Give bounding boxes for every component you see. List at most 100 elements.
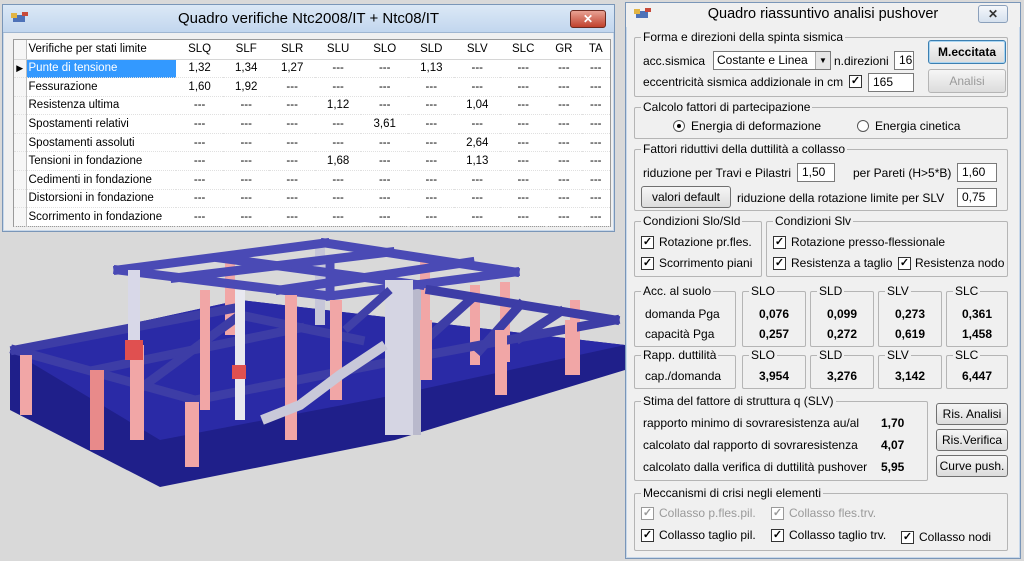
pushover-window[interactable]: Quadro riassuntivo analisi pushover ✕ Fo… [625,2,1021,559]
row-selector[interactable] [14,189,27,209]
row-selector[interactable] [14,133,27,153]
table-cell[interactable]: --- [546,77,582,97]
meccitata-button[interactable]: M.eccitata [928,40,1006,64]
table-cell[interactable]: --- [408,114,455,134]
row-label[interactable]: Distorsioni in fondazione [26,189,176,209]
valori-default-button[interactable]: valori default [641,186,731,208]
table-cell[interactable]: --- [315,133,362,153]
table-cell[interactable]: --- [546,96,582,116]
analisi-button[interactable]: Analisi [928,69,1006,93]
table-cell[interactable]: --- [546,189,582,209]
table-cell[interactable]: --- [315,77,362,97]
table-cell[interactable]: --- [269,96,316,116]
column-header[interactable]: SLV [454,40,501,60]
energia-cinetica-radio[interactable] [857,120,869,132]
table-cell[interactable]: --- [315,59,362,79]
collasso-taglio-trv-checkbox[interactable]: ✓ [771,529,784,542]
table-cell[interactable]: --- [223,189,270,209]
table-cell[interactable]: --- [546,114,582,134]
table-cell[interactable]: --- [500,189,547,209]
table-row[interactable]: Cedimenti in fondazione --- --- --- --- --- --… [14,170,610,190]
row-label[interactable]: Scorrimento in fondazione [26,207,176,227]
row-selector[interactable] [14,114,27,134]
eccentricita-input[interactable]: 165 [868,73,914,92]
table-row[interactable]: Spostamenti relativi --- --- --- --- 3,61 --- -… [14,114,610,134]
table-cell[interactable]: --- [176,189,224,209]
table-cell[interactable]: 1,34 [223,59,270,79]
column-header[interactable]: TA [581,40,610,60]
table-cell[interactable]: --- [408,207,455,227]
table-cell[interactable]: --- [581,170,610,190]
verifiche-table[interactable]: Verifiche per stati limite SLQ SLF SLR S… [13,39,611,227]
table-cell[interactable]: --- [454,59,501,79]
table-cell[interactable]: --- [269,151,316,172]
row-selector[interactable] [14,170,27,190]
rotazione-presso-checkbox[interactable]: ✓ [773,236,786,249]
table-row[interactable]: Distorsioni in fondazione --- --- --- --- ---… [14,189,610,209]
table-cell[interactable]: --- [581,59,610,79]
row-label[interactable]: Spostamenti relativi [26,114,176,134]
column-header[interactable]: Verifiche per stati limite [26,40,176,60]
row-label[interactable]: Cedimenti in fondazione [26,170,176,190]
collasso-nodi-checkbox[interactable]: ✓ [901,531,914,544]
ris-verifica-button[interactable]: Ris.Verifica [936,429,1008,451]
table-cell[interactable]: --- [223,114,270,134]
table-cell[interactable]: --- [315,189,362,209]
table-cell[interactable]: --- [408,189,455,209]
table-cell[interactable]: --- [176,133,224,153]
resistenza-taglio-checkbox[interactable]: ✓ [773,257,786,270]
row-selector[interactable] [14,151,27,172]
table-cell[interactable]: 1,13 [454,151,501,172]
eccentricita-checkbox[interactable]: ✓ [849,75,862,88]
column-header[interactable]: GR [546,40,582,60]
table-cell[interactable]: 1,68 [315,151,362,172]
table-cell[interactable]: --- [269,170,316,190]
table-cell[interactable]: 1,12 [315,96,362,116]
table-cell[interactable]: --- [223,151,270,172]
table-cell[interactable]: --- [500,114,547,134]
table-cell[interactable]: --- [581,96,610,116]
table-cell[interactable]: --- [361,59,409,79]
pareti-input[interactable]: 1,60 [957,163,997,182]
table-cell[interactable]: --- [315,170,362,190]
table-cell[interactable]: --- [223,96,270,116]
table-cell[interactable]: --- [269,114,316,134]
table-cell[interactable]: --- [223,133,270,153]
table-cell[interactable]: 1,32 [176,59,224,79]
table-row[interactable]: Resistenza ultima --- --- --- 1,12 --- --- 1,04… [14,96,610,116]
table-cell[interactable]: --- [500,133,547,153]
table-cell[interactable]: 1,92 [223,77,270,97]
verifiche-window[interactable]: Quadro verifiche Ntc2008/IT + Ntc08/IT ✕… [2,4,615,232]
table-cell[interactable]: --- [269,189,316,209]
column-header[interactable]: SLR [269,40,316,60]
table-cell[interactable]: 3,61 [361,114,409,134]
table-cell[interactable]: --- [408,133,455,153]
row-selector-arrow-icon[interactable]: ▶ [14,59,27,79]
row-selector[interactable] [14,96,27,116]
table-cell[interactable]: --- [223,207,270,227]
table-cell[interactable]: --- [361,133,409,153]
row-label[interactable]: Tensioni in fondazione [26,151,176,172]
verifiche-titlebar[interactable]: Quadro verifiche Ntc2008/IT + Ntc08/IT ✕ [3,5,614,33]
collasso-fles-trv-checkbox[interactable]: ✓ [771,507,784,520]
collasso-fles-pil-checkbox[interactable]: ✓ [641,507,654,520]
table-cell[interactable]: --- [500,207,547,227]
table-cell[interactable]: --- [315,207,362,227]
table-cell[interactable]: --- [500,77,547,97]
row-label[interactable]: Spostamenti assoluti [26,133,176,153]
ris-analisi-button[interactable]: Ris. Analisi [936,403,1008,425]
table-cell[interactable]: --- [500,170,547,190]
table-cell[interactable]: --- [546,151,582,172]
column-header[interactable]: SLF [223,40,270,60]
table-cell[interactable]: --- [408,170,455,190]
table-cell[interactable]: --- [454,77,501,97]
row-selector[interactable] [14,207,27,227]
row-label[interactable]: Resistenza ultima [26,96,176,116]
ndirezioni-input[interactable]: 16 [894,51,914,70]
table-cell[interactable]: --- [361,77,409,97]
table-cell[interactable]: --- [581,77,610,97]
column-header[interactable]: SLC [500,40,547,60]
pushover-close-button[interactable]: ✕ [978,5,1008,23]
table-cell[interactable]: --- [454,170,501,190]
table-cell[interactable]: --- [361,189,409,209]
